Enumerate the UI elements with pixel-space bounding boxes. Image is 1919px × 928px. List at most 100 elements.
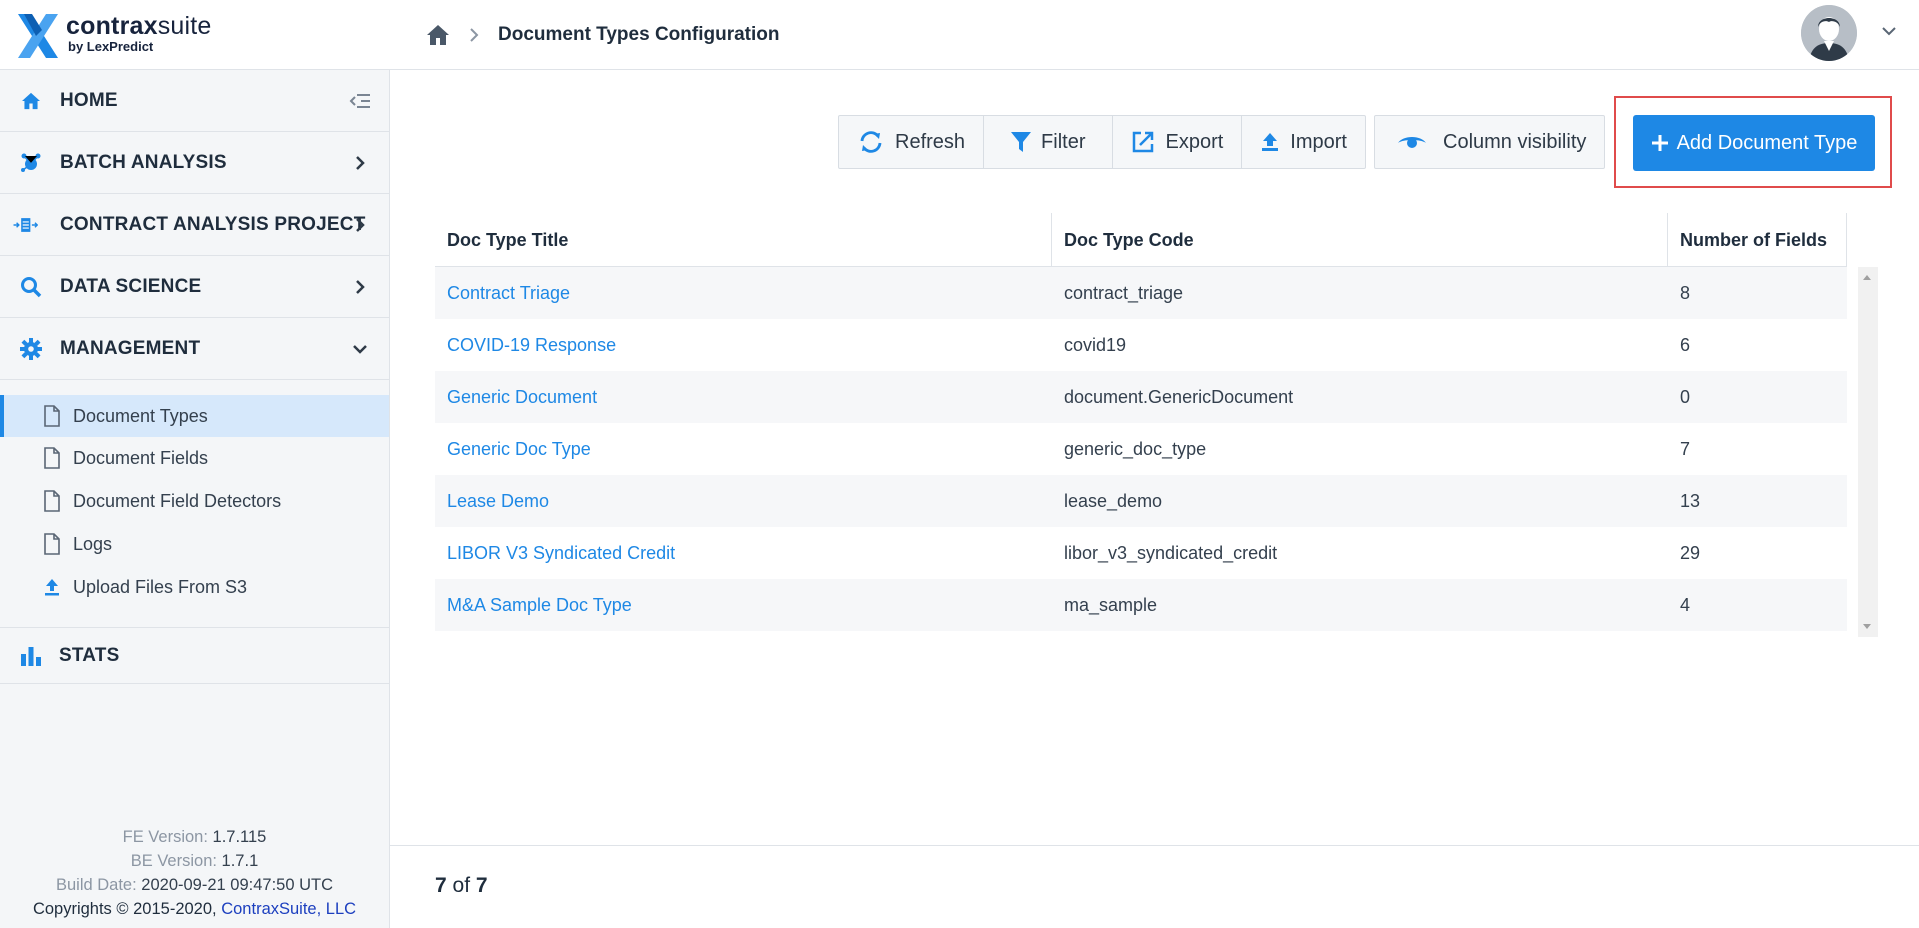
table-row[interactable]: Generic Document document.GenericDocumen…	[435, 371, 1847, 423]
chevron-right-icon	[349, 152, 371, 174]
sidebar-item-label: CONTRACT ANALYSIS PROJECT	[60, 213, 366, 235]
batch-analysis-icon	[18, 150, 44, 176]
refresh-button[interactable]: Refresh	[839, 116, 985, 168]
filter-label: Filter	[1041, 130, 1086, 153]
page-title: Document Types Configuration	[498, 24, 780, 45]
doc-type-code: contract_triage	[1064, 282, 1184, 303]
breadcrumb-separator	[468, 0, 480, 70]
export-button[interactable]: Export	[1113, 116, 1243, 168]
build-date-label: Build Date:	[55, 876, 137, 894]
number-of-fields: 29	[1680, 542, 1701, 563]
column-visibility-button[interactable]: Column visibility	[1375, 116, 1604, 168]
sidebar-subitem-label: Document Field Detectors	[73, 490, 282, 511]
column-visibility-label: Column visibility	[1443, 130, 1587, 153]
plus-icon	[1651, 135, 1668, 151]
scroll-down-arrow-icon[interactable]	[1863, 624, 1871, 629]
table-row[interactable]: Lease Demo lease_demo 13	[435, 475, 1847, 527]
pager-shown: 7	[435, 874, 447, 897]
contraxsuite-logo[interactable]: contraxsuite by LexPredict	[18, 12, 228, 58]
eye-icon	[1398, 137, 1426, 148]
sidebar-item-management[interactable]: MANAGEMENT	[0, 318, 389, 380]
search-icon	[18, 274, 44, 300]
grid-vertical-scrollbar[interactable]	[1858, 267, 1878, 637]
doc-type-title-link[interactable]: Generic Doc Type	[435, 423, 591, 475]
column-header-fields[interactable]: Number of Fields	[1668, 213, 1847, 267]
logo-sub-text: by LexPredict	[68, 39, 154, 54]
import-icon	[1262, 133, 1279, 151]
fe-version-value: 1.7.115	[212, 828, 267, 846]
column-header-title[interactable]: Doc Type Title	[435, 213, 1050, 267]
sidebar-item-contract-analysis-project[interactable]: CONTRACT ANALYSIS PROJECT	[0, 194, 389, 256]
sidebar-item-label: DATA SCIENCE	[60, 275, 202, 297]
build-date-value: 2020-09-21 09:47:50 UTC	[141, 876, 334, 894]
upload-icon	[45, 579, 59, 596]
sidebar-item-home[interactable]: HOME	[0, 70, 389, 132]
grid-header: Doc Type Title Doc Type Code Number of F…	[435, 213, 1847, 267]
sidebar-item-data-science[interactable]: DATA SCIENCE	[0, 256, 389, 318]
sidebar-item-batch-analysis[interactable]: BATCH ANALYSIS	[0, 132, 389, 194]
sidebar-subitem-document-field-detectors[interactable]: Document Field Detectors	[0, 480, 389, 522]
import-button[interactable]: Import	[1242, 116, 1365, 168]
doc-type-code: lease_demo	[1064, 490, 1163, 511]
doc-type-code: generic_doc_type	[1064, 438, 1207, 459]
pager-total: 7	[475, 874, 488, 897]
number-of-fields: 8	[1680, 282, 1691, 303]
import-label: Import	[1290, 130, 1347, 153]
doc-type-title-link[interactable]: Contract Triage	[435, 267, 570, 319]
user-menu-chevron-down-icon[interactable]	[1880, 22, 1898, 40]
column-visibility-group: Column visibility	[1374, 115, 1606, 169]
pager-count: 7 of 7	[435, 874, 488, 898]
user-avatar[interactable]	[1801, 5, 1857, 61]
home-icon	[427, 25, 449, 45]
company-link[interactable]: ContraxSuite, LLC	[221, 900, 356, 918]
bar-chart-icon	[18, 643, 44, 669]
sidebar-item-label: STATS	[59, 644, 120, 666]
sidebar-subitem-label: Document Types	[73, 405, 208, 426]
filter-button[interactable]: Filter	[984, 116, 1114, 168]
document-icon	[44, 405, 60, 427]
doc-type-code: document.GenericDocument	[1064, 386, 1294, 407]
contract-project-icon	[12, 212, 38, 238]
doc-type-title-link[interactable]: LIBOR V3 Syndicated Credit	[435, 527, 675, 579]
filter-icon	[1011, 132, 1032, 152]
logo-main-light-text: suite	[157, 12, 212, 40]
gear-icon	[18, 336, 44, 362]
copyright: Copyrights © 2015-2020, ContraxSuite, LL…	[0, 897, 389, 921]
document-icon	[44, 490, 60, 512]
be-version-label: BE Version:	[130, 852, 217, 870]
export-icon	[1133, 131, 1154, 153]
column-header-code[interactable]: Doc Type Code	[1052, 213, 1552, 267]
table-row[interactable]: M&A Sample Doc Type ma_sample 4	[435, 579, 1847, 631]
doc-type-title-link[interactable]: Generic Document	[435, 371, 597, 423]
chevron-right-icon	[470, 28, 479, 42]
top-header: contraxsuite by LexPredict Document Type…	[0, 0, 1919, 70]
number-of-fields: 0	[1680, 386, 1691, 407]
sidebar-subitem-logs[interactable]: Logs	[0, 523, 389, 565]
number-of-fields: 7	[1680, 438, 1691, 459]
add-document-type-button[interactable]: Add Document Type	[1633, 115, 1875, 171]
table-row[interactable]: COVID-19 Response covid19 6	[435, 319, 1847, 371]
add-document-type-label: Add Document Type	[1676, 131, 1858, 154]
breadcrumb-home[interactable]	[426, 0, 450, 70]
column-resize-handle[interactable]	[1846, 213, 1847, 267]
chevron-right-icon	[349, 214, 371, 236]
sidebar-item-stats[interactable]: STATS	[0, 627, 389, 684]
table-row[interactable]: LIBOR V3 Syndicated Credit libor_v3_synd…	[435, 527, 1847, 579]
doc-type-title-link[interactable]: Lease Demo	[435, 475, 549, 527]
doc-type-title-link[interactable]: COVID-19 Response	[435, 319, 616, 371]
chevron-right-icon	[349, 276, 371, 298]
grid-pager: 7 of 7	[390, 845, 1919, 928]
sidebar-subitem-label: Document Fields	[73, 447, 209, 468]
table-row[interactable]: Contract Triage contract_triage 8	[435, 267, 1847, 319]
sidebar-subitem-document-fields[interactable]: Document Fields	[0, 437, 389, 479]
sidebar-item-label: MANAGEMENT	[60, 337, 201, 359]
scroll-up-arrow-icon[interactable]	[1863, 275, 1871, 280]
doc-type-title-link[interactable]: M&A Sample Doc Type	[435, 579, 632, 631]
refresh-icon	[860, 131, 882, 153]
build-date: Build Date: 2020-09-21 09:47:50 UTC	[0, 873, 389, 897]
sidebar-subitem-document-types[interactable]: Document Types	[0, 395, 389, 437]
table-row[interactable]: Generic Doc Type generic_doc_type 7	[435, 423, 1847, 475]
home-icon	[18, 88, 44, 114]
collapse-sidebar-icon[interactable]	[349, 90, 371, 112]
sidebar-subitem-upload-files-s3[interactable]: Upload Files From S3	[0, 566, 389, 608]
